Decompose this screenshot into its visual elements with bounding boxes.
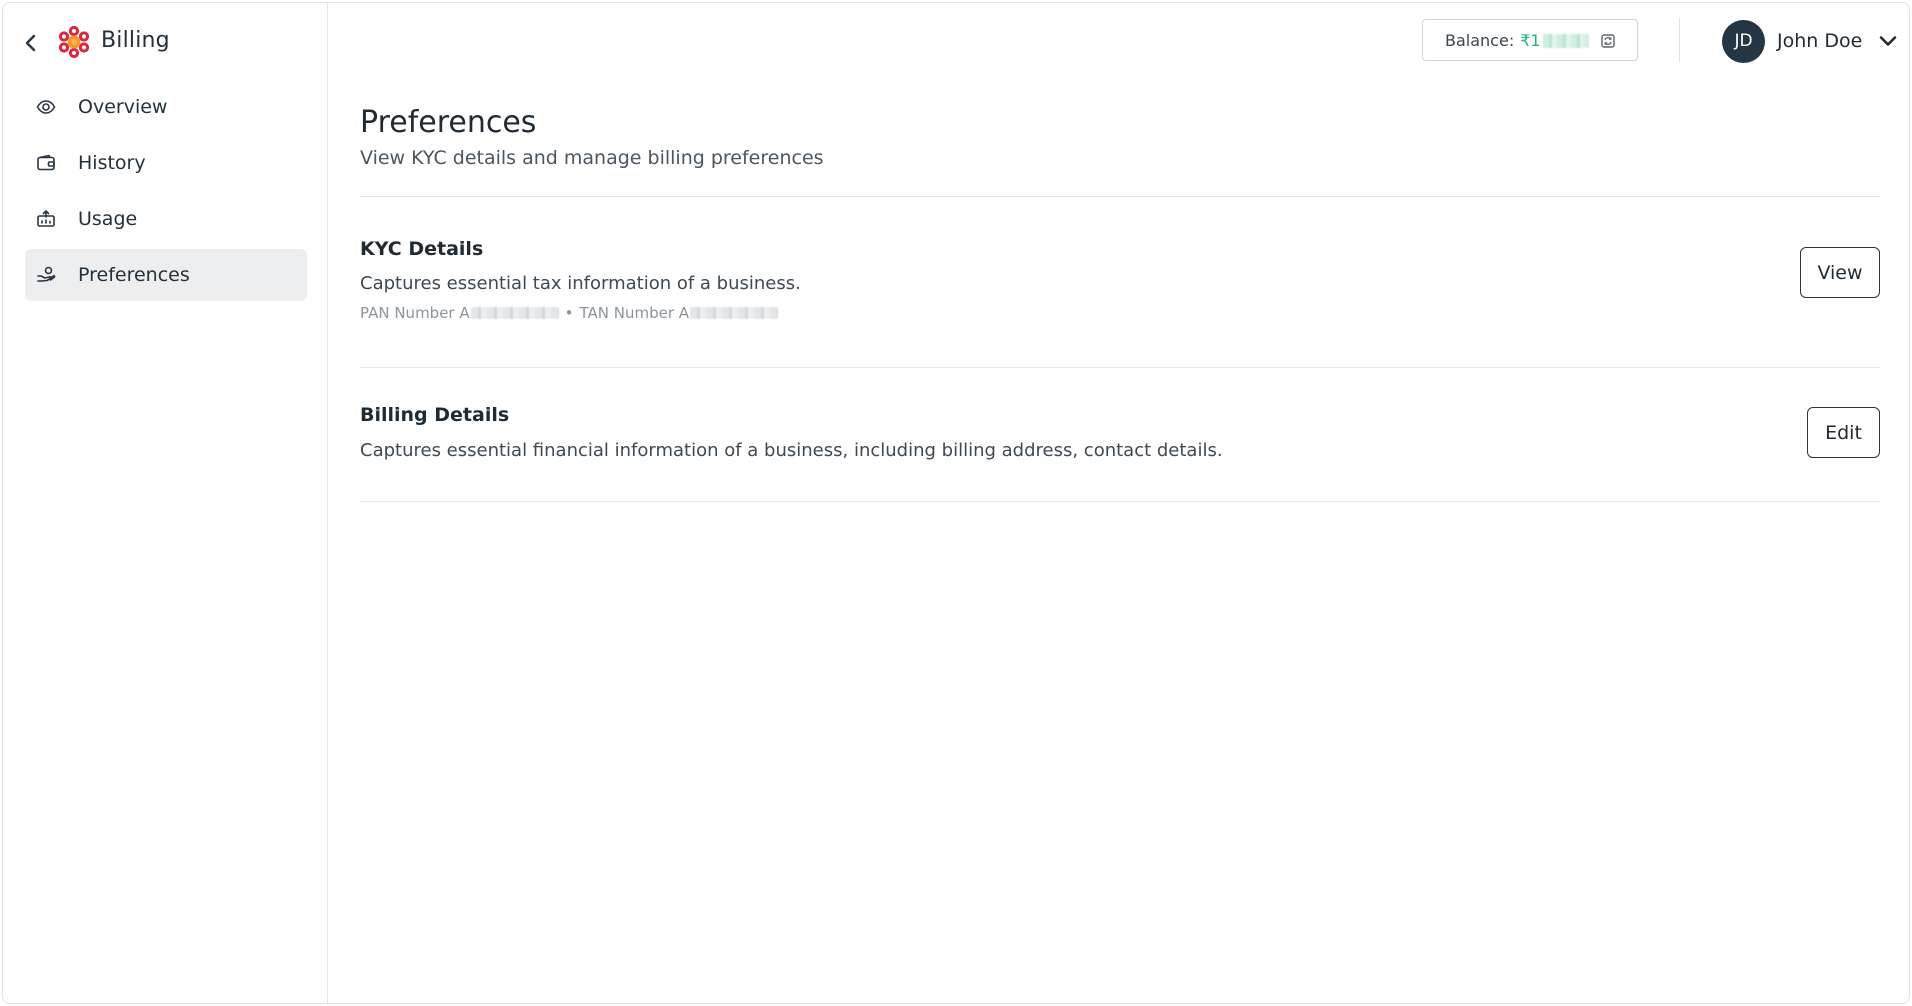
sidebar-item-history[interactable]: History (25, 137, 307, 189)
wallet-icon (35, 152, 57, 174)
billing-details-section: Billing Details Captures essential finan… (360, 368, 1880, 501)
pan-number-redacted (470, 307, 559, 319)
sidebar-item-label: Preferences (78, 264, 190, 286)
tan-number-redacted (690, 307, 779, 319)
section-description: Captures essential financial information… (360, 440, 1223, 461)
section-description: Captures essential tax information of a … (360, 273, 801, 294)
usage-icon (35, 208, 57, 230)
user-menu[interactable]: JD John Doe (1722, 19, 1898, 63)
balance-chip: Balance: ₹1 (1422, 19, 1638, 61)
sidebar-item-label: Overview (78, 96, 168, 118)
kyc-details-section: KYC Details Captures essential tax infor… (360, 197, 1880, 367)
avatar: JD (1722, 19, 1765, 63)
kyc-meta: PAN Number A • TAN Number A (360, 304, 779, 322)
hand-coins-icon (35, 264, 57, 286)
edit-billing-button[interactable]: Edit (1807, 407, 1880, 458)
divider (360, 501, 1880, 502)
refresh-icon[interactable] (1599, 32, 1617, 50)
page-subtitle: View KYC details and manage billing pref… (360, 147, 824, 169)
top-bar: Balance: ₹1 JD John Doe (329, 3, 1909, 81)
billing-app: Billing Overview History Usage Preferenc… (2, 2, 1910, 1004)
section-title: KYC Details (360, 238, 484, 260)
sidebar: Billing Overview History Usage Preferenc… (3, 3, 328, 1003)
page-title: Preferences (360, 105, 537, 140)
balance-label: Balance: (1445, 30, 1515, 50)
view-kyc-button[interactable]: View (1800, 247, 1880, 298)
sidebar-item-label: Usage (78, 208, 138, 230)
balance-amount: ₹1 (1520, 30, 1541, 50)
header-divider (1679, 18, 1680, 62)
billing-logo-icon (58, 25, 90, 59)
separator: • (564, 304, 574, 322)
balance-redacted (1542, 34, 1589, 48)
sidebar-item-overview[interactable]: Overview (25, 81, 307, 133)
back-button[interactable] (19, 29, 43, 57)
section-title: Billing Details (360, 404, 510, 426)
balance-value: ₹1 (1520, 30, 1589, 50)
chevron-down-icon (1878, 31, 1898, 51)
chevron-left-icon (25, 34, 36, 52)
brand-header: Billing (3, 3, 328, 81)
tan-number-label: TAN Number A (579, 304, 690, 322)
sidebar-item-preferences[interactable]: Preferences (25, 249, 307, 301)
sidebar-item-usage[interactable]: Usage (25, 193, 307, 245)
sidebar-item-label: History (78, 152, 146, 174)
pan-number-label: PAN Number A (360, 304, 470, 322)
sidebar-nav: Overview History Usage Preferences (25, 81, 307, 305)
user-name: John Doe (1777, 30, 1863, 52)
eye-icon (35, 96, 57, 118)
app-title: Billing (101, 28, 170, 53)
